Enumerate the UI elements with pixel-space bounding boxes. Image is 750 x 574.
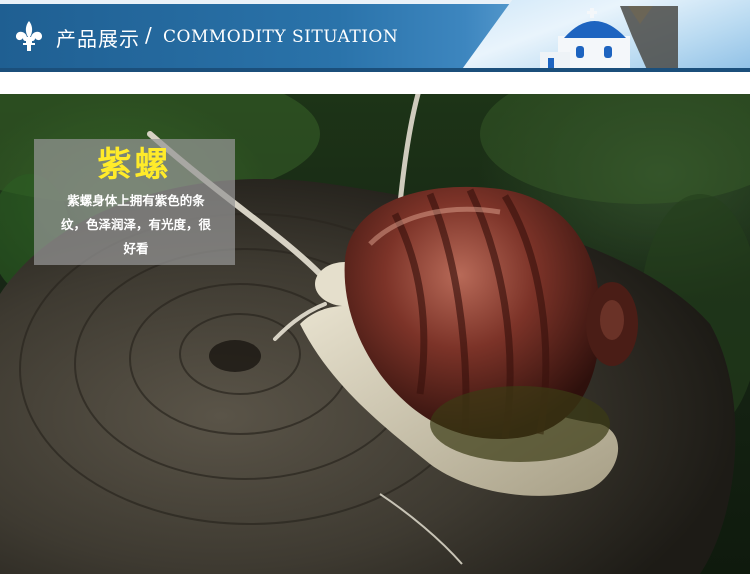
section-title-cn: 产品展示	[56, 27, 140, 51]
product-name: 紫螺	[97, 145, 172, 185]
header-banner: 产品展示 / COMMODITY SITUATION	[0, 0, 750, 72]
fleur-de-lis-icon	[15, 21, 43, 51]
product-caption-panel: 紫螺 紫螺身体上拥有紫色的条纹，色泽润泽，有光度，很好看	[34, 139, 235, 265]
section-title-en: COMMODITY SITUATION	[163, 27, 399, 47]
blue-dome-church-icon	[540, 6, 678, 72]
banner-bottom-strip	[0, 68, 750, 72]
product-description: 紫螺身体上拥有紫色的条纹，色泽润泽，有光度，很好看	[60, 193, 211, 256]
title-separator: /	[145, 23, 152, 47]
